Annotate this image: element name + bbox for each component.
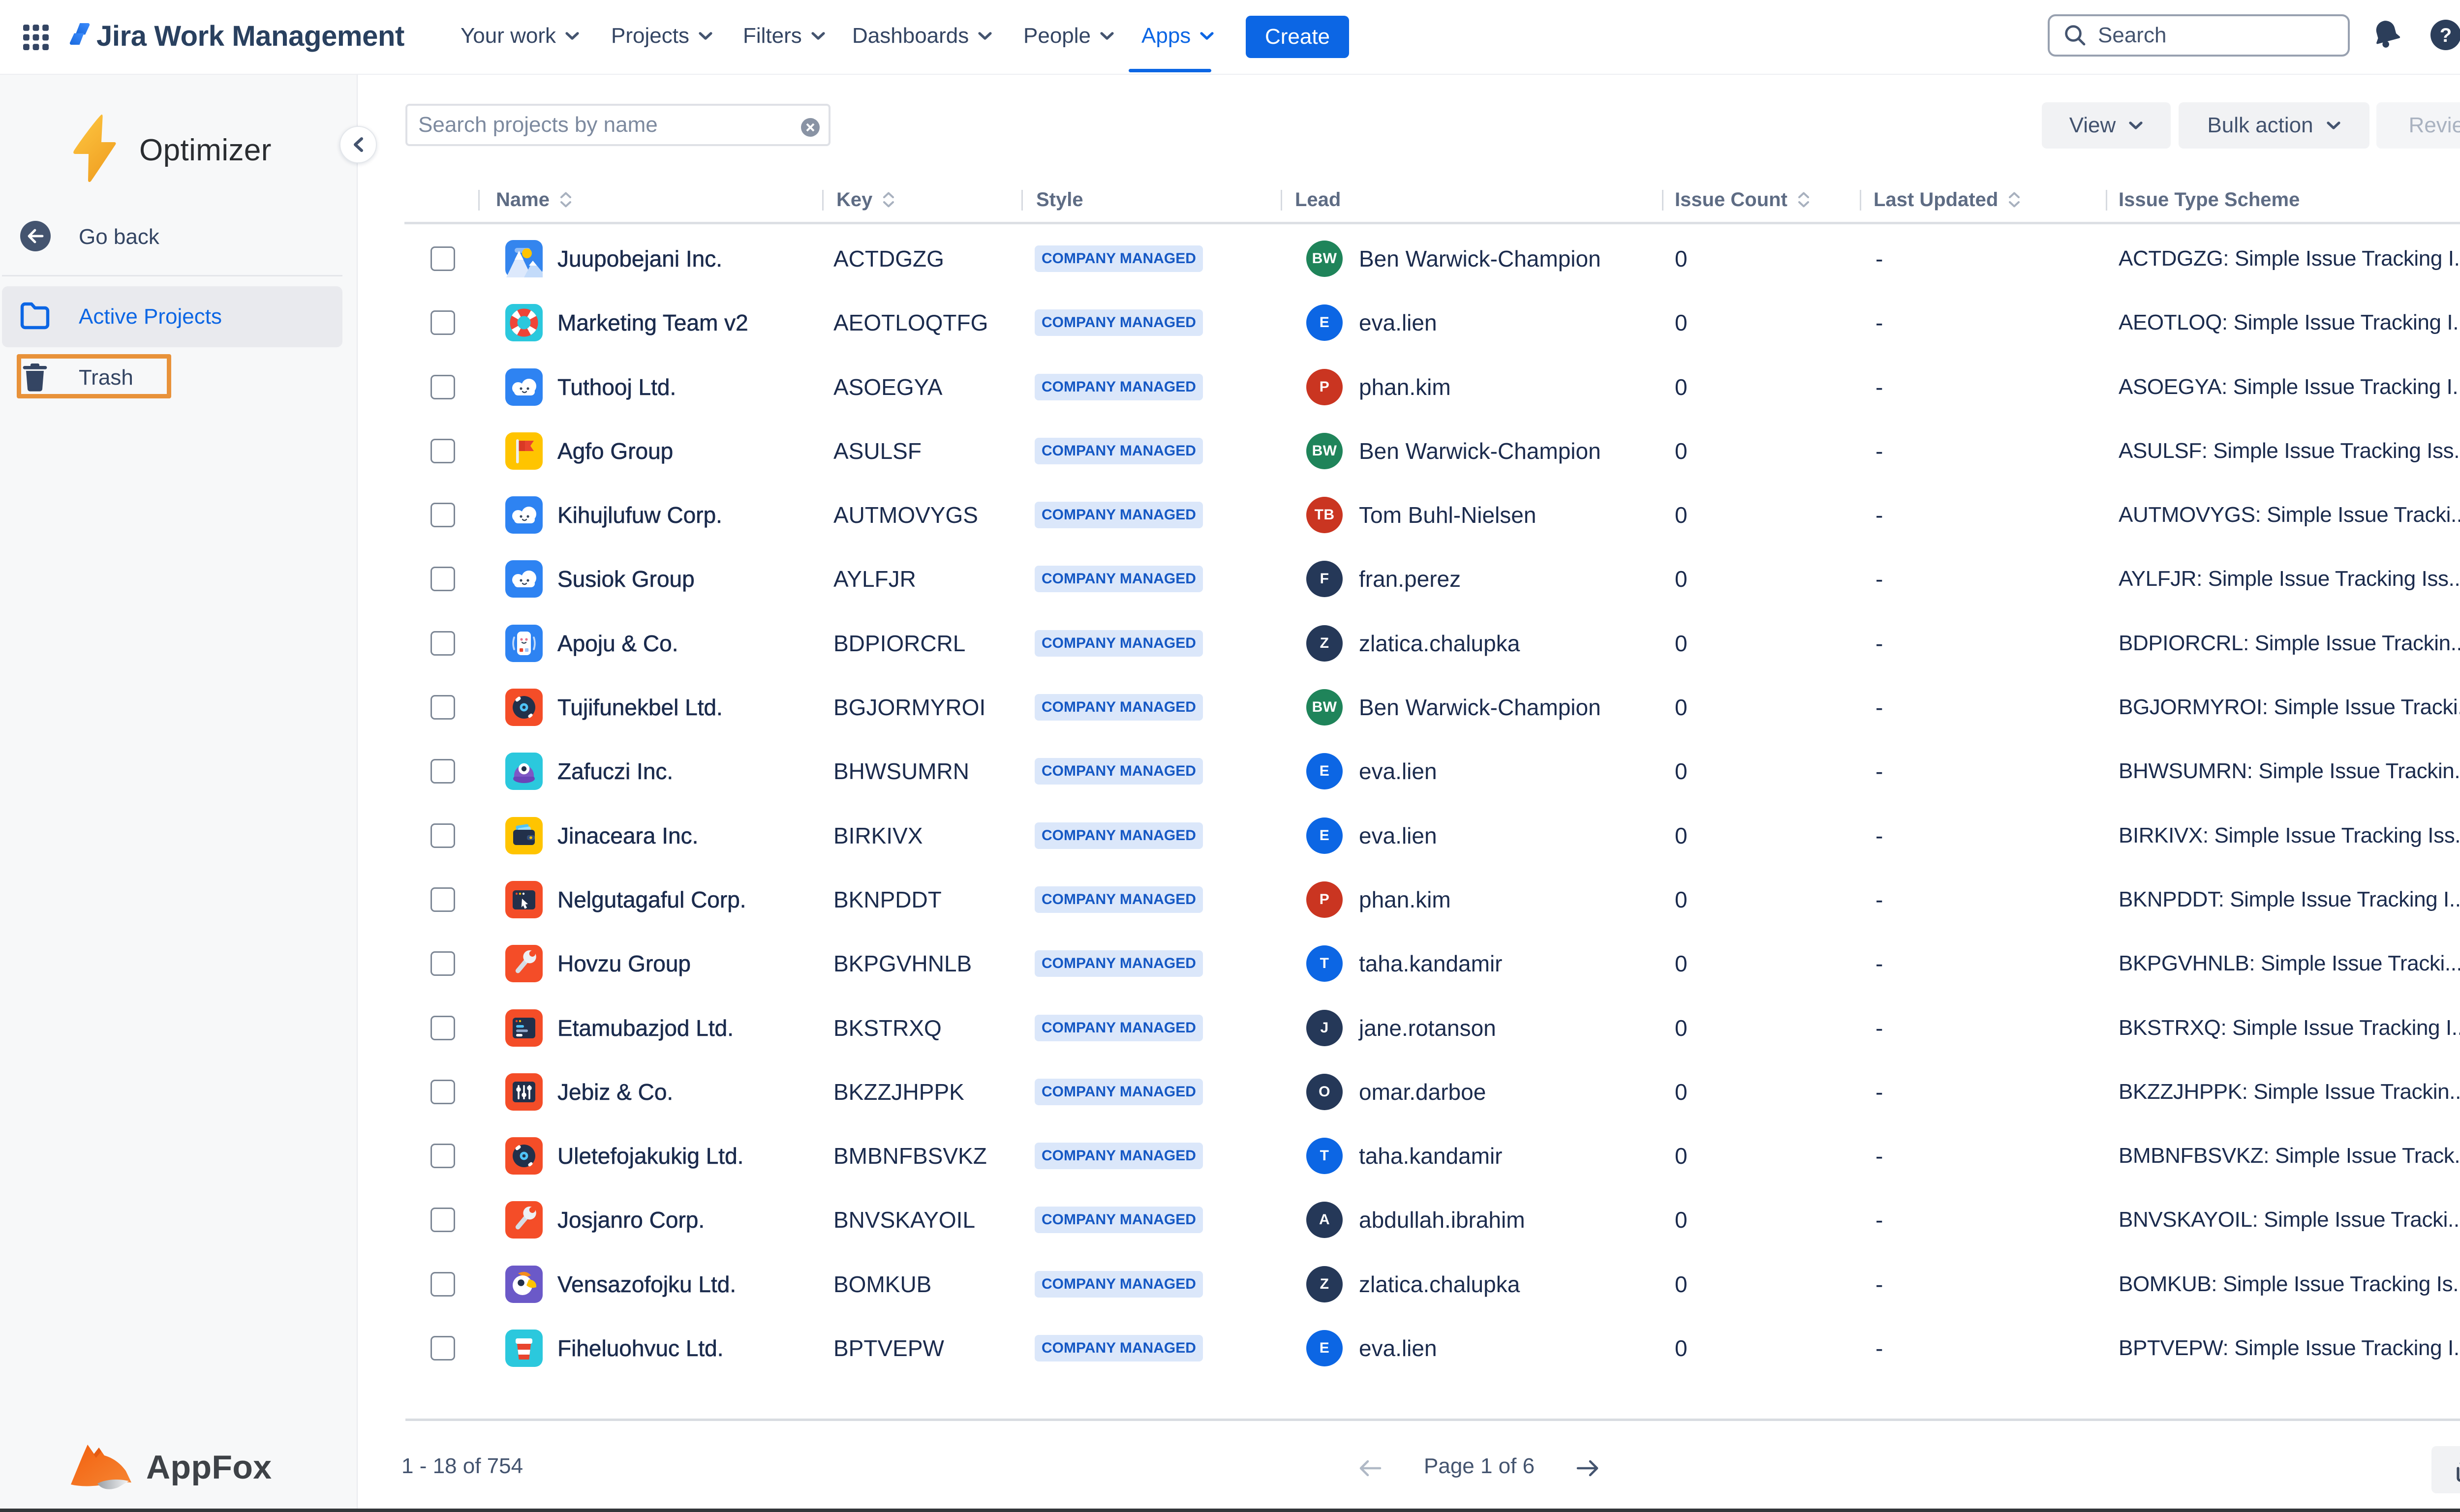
svg-text:?: ?	[2440, 25, 2452, 46]
